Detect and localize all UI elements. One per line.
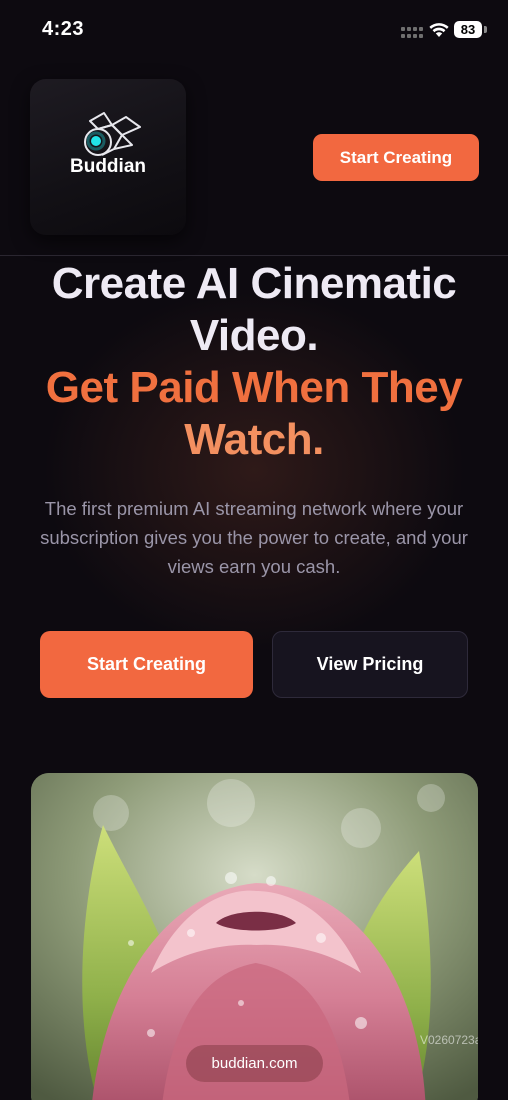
status-time: 4:23	[42, 18, 85, 40]
header-start-creating-button[interactable]: Start Creating	[313, 134, 479, 181]
video-watermark: V0260723a	[420, 1033, 478, 1047]
hero-highlight-line-1: Get Paid When They	[45, 363, 463, 412]
hero-title: Create AI Cinematic Video. Get Paid When…	[0, 258, 508, 466]
battery-level: 83	[454, 21, 482, 38]
video-preview[interactable]: V0260723a buddian.com	[31, 773, 478, 1100]
start-creating-button[interactable]: Start Creating	[40, 631, 253, 698]
battery-icon: 83	[454, 21, 488, 39]
hero-title-line-2: Video.	[189, 311, 319, 360]
hero-title-line-1: Create AI Cinematic	[51, 259, 457, 308]
battery-tip	[484, 26, 487, 33]
signal-icon	[401, 27, 423, 38]
hero-subtitle: The first premium AI streaming network w…	[40, 498, 468, 577]
site-url-badge[interactable]: buddian.com	[186, 1045, 323, 1082]
app-screen: 4:23 83 Buddian Start Creating Create AI…	[0, 0, 508, 1100]
brand-name: Buddian	[70, 156, 146, 177]
hero-highlight-line-2: Watch.	[184, 415, 324, 464]
wifi-icon	[429, 23, 449, 37]
status-bar: 4:23 83	[0, 0, 508, 60]
view-pricing-button[interactable]: View Pricing	[272, 631, 468, 698]
brand-logo[interactable]: Buddian	[30, 79, 186, 235]
header-divider	[0, 255, 508, 256]
